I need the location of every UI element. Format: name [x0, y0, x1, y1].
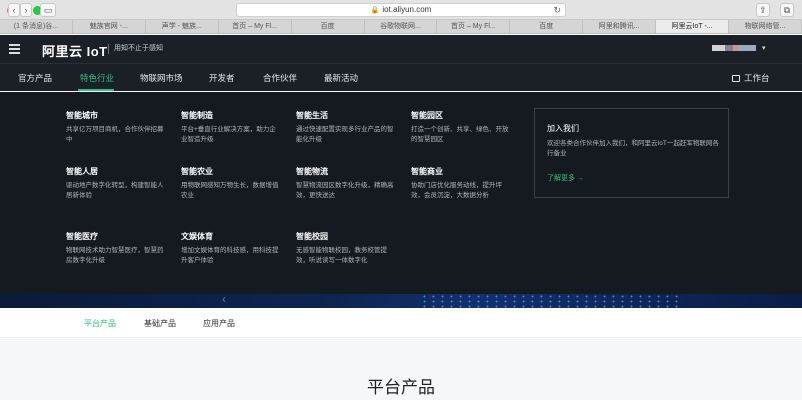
forward-button[interactable]: › — [20, 3, 32, 17]
industry-desc: 增加文娱体育的科技感，用科技提升客户体验 — [181, 247, 279, 264]
industry-desc: 智慧物流园区数字化升级，精确高效，更快送达 — [296, 182, 394, 199]
browser-tab-active[interactable]: 阿里云IoT -... — [656, 20, 730, 33]
industry-desc: 用物联网感知万物生长，数据增值农业 — [181, 182, 279, 199]
chevron-down-icon[interactable]: ▾ — [762, 44, 766, 52]
main-nav: 官方产品 特色行业 物联网市场 开发者 合作伙伴 最新活动 工作台 — [0, 63, 802, 91]
workbench-icon — [732, 75, 740, 82]
tabs-overview-icon[interactable]: ⧉ — [780, 3, 794, 17]
nav-latest-events[interactable]: 最新活动 — [324, 72, 358, 84]
browser-tab[interactable]: (1 条消息)谷... — [0, 20, 73, 33]
hero-banner: ‹ — [0, 294, 802, 308]
browser-tab[interactable]: 首页 – My Fl... — [219, 20, 292, 33]
tab-application-products[interactable]: 应用产品 — [203, 318, 235, 329]
nav-featured-industries[interactable]: 特色行业 — [80, 72, 114, 84]
industry-smart-living[interactable]: 智能生活 通过快速配置实现多行业产品的智能化升级 — [296, 110, 396, 145]
nav-active-indicator — [78, 89, 114, 91]
sidebar-icon[interactable]: ▭ — [40, 3, 56, 17]
industry-smart-medical[interactable]: 智能医疗 物联网技术助力智慧医疗，智慧药房数字化升级 — [66, 231, 166, 266]
section-title: 平台产品 — [367, 378, 435, 397]
banner-decoration — [420, 294, 680, 308]
browser-tab[interactable]: 谷歌物联网... — [365, 20, 438, 33]
industry-smart-park[interactable]: 智能园区 打造一个创新、共享、绿色、开放的智慧园区 — [411, 110, 511, 145]
industry-desc: 打造一个创新、共享、绿色、开放的智慧园区 — [411, 126, 509, 143]
learn-more-link[interactable]: 了解更多 → — [547, 173, 584, 183]
product-tabs: 平台产品 基础产品 应用产品 — [0, 308, 802, 338]
industry-desc: 通过快速配置实现多行业产品的智能化升级 — [296, 126, 394, 143]
browser-tab[interactable]: 物联网络管... — [729, 20, 802, 33]
main-content: 平台产品 — [0, 339, 802, 400]
industry-smart-commerce[interactable]: 智能商业 协助门店优化服务动线，提升坪效，会员沉淀，大数据分析 — [411, 166, 511, 201]
industry-title: 智能城市 — [66, 111, 98, 120]
reload-icon[interactable]: ↻ — [553, 4, 561, 16]
tab-platform-products[interactable]: 平台产品 — [84, 318, 116, 329]
lock-icon: 🔒 — [370, 7, 380, 14]
chevron-left-icon[interactable]: ‹ — [222, 294, 226, 306]
browser-tab[interactable]: 百度 — [510, 20, 584, 33]
industry-title: 智能物流 — [296, 167, 328, 176]
nav-developers[interactable]: 开发者 — [209, 72, 235, 84]
industry-title: 智能医疗 — [66, 232, 98, 241]
browser-tab[interactable]: 声学 - 魅族... — [146, 20, 219, 33]
user-account[interactable] — [712, 45, 756, 51]
industry-title: 智能生活 — [296, 111, 328, 120]
industry-smart-campus[interactable]: 智能校园 无感智能物联校园，教务校管提效，听说读写一体数字化 — [296, 231, 396, 266]
industry-smart-logistics[interactable]: 智能物流 智慧物流园区数字化升级，精确高效，更快送达 — [296, 166, 396, 201]
industry-desc: 共享亿万项目商机，合作伙伴招募中 — [66, 126, 164, 143]
industry-title: 智能农业 — [181, 167, 213, 176]
industry-title: 智能校园 — [296, 232, 328, 241]
browser-tab[interactable]: 百度 — [292, 20, 365, 33]
menu-icon[interactable] — [9, 44, 20, 54]
join-title: 加入我们 — [547, 124, 579, 133]
industry-title: 智能园区 — [411, 111, 443, 120]
industry-desc: 驱动地产数字化转型，构建智能人居新体验 — [66, 182, 164, 199]
industry-title: 智能制造 — [181, 111, 213, 120]
industry-title: 文娱体育 — [181, 232, 213, 241]
browser-toolbar: ‹ › ▭ 🔒 iot.aliyun.com ↻ ⇪ ⧉ — [0, 0, 802, 20]
industry-desc: 无感智能物联校园，教务校管提效，听说读写一体数字化 — [296, 247, 387, 264]
workbench-label: 工作台 — [744, 73, 770, 83]
site-logo[interactable]: 阿里云 IoT — [42, 41, 108, 60]
site-header: 阿里云 IoT 用知不止于感知 ▾ — [0, 35, 802, 63]
address-text: iot.aliyun.com — [382, 5, 432, 14]
industry-desc: 平台+垂直行业解决方案，助力企业智造升级 — [181, 126, 276, 143]
industry-title: 智能商业 — [411, 167, 443, 176]
browser-tab[interactable]: 首页 – My Fl... — [437, 20, 511, 33]
browser-tab[interactable]: 阿里和腾讯... — [583, 20, 657, 33]
nav-official-products[interactable]: 官方产品 — [18, 72, 52, 84]
industry-desc: 协助门店优化服务动线，提升坪效，会员沉淀，大数据分析 — [411, 182, 502, 199]
join-us-card: 加入我们 欢迎各类合作伙伴加入我们，和阿里云IoT一起赶军物联网各行备业 了解更… — [534, 108, 729, 198]
site-slogan: 用知不止于感知 — [108, 44, 163, 54]
join-desc: 欢迎各类合作伙伴加入我们，和阿里云IoT一起赶军物联网各行备业 — [547, 140, 719, 157]
back-button[interactable]: ‹ — [8, 3, 20, 17]
industry-culture-sports[interactable]: 文娱体育 增加文娱体育的科技感，用科技提升客户体验 — [181, 231, 281, 266]
industry-smart-agriculture[interactable]: 智能农业 用物联网感知万物生长，数据增值农业 — [181, 166, 281, 201]
industry-smart-manufacturing[interactable]: 智能制造 平台+垂直行业解决方案，助力企业智造升级 — [181, 110, 281, 145]
industry-smart-home[interactable]: 智能人居 驱动地产数字化转型，构建智能人居新体验 — [66, 166, 166, 201]
browser-tab[interactable]: 魅族官网 -... — [73, 20, 146, 33]
industry-smart-city[interactable]: 智能城市 共享亿万项目商机，合作伙伴招募中 — [66, 110, 166, 145]
address-bar[interactable]: 🔒 iot.aliyun.com ↻ — [236, 3, 566, 17]
nav-partners[interactable]: 合作伙伴 — [263, 72, 297, 84]
workbench-button[interactable]: 工作台 — [732, 72, 770, 84]
tab-basic-products[interactable]: 基础产品 — [144, 318, 176, 329]
share-icon[interactable]: ⇪ — [756, 3, 770, 17]
nav-iot-market[interactable]: 物联网市场 — [140, 72, 183, 84]
tab-bar: (1 条消息)谷... 魅族官网 -... 声学 - 魅族... 首页 – My… — [0, 20, 802, 34]
industry-desc: 物联网技术助力智慧医疗，智慧药房数字化升级 — [66, 247, 164, 264]
industry-title: 智能人居 — [66, 167, 98, 176]
